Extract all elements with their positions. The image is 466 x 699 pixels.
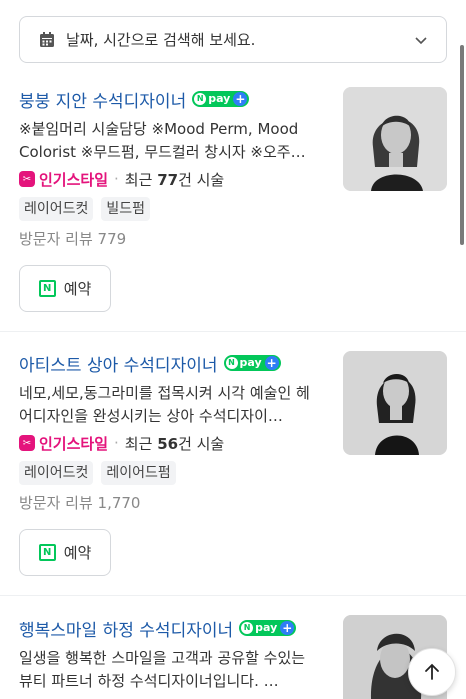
- designer-card[interactable]: 행복스마일 하정 수석디자이너 N pay + 일생을 행복한 스마일을 고객과…: [19, 615, 447, 699]
- visitor-reviews[interactable]: 방문자 리뷰 1,770: [19, 492, 319, 513]
- plus-icon: +: [264, 356, 279, 370]
- scissors-icon: ✂: [19, 171, 35, 187]
- npay-badge: N pay +: [239, 620, 297, 636]
- plus-icon: +: [280, 621, 295, 635]
- calendar-icon: [38, 31, 56, 49]
- designer-name[interactable]: 행복스마일 하정 수석디자이너: [19, 616, 233, 641]
- naver-n-icon: N: [225, 357, 238, 369]
- popular-style-label: 인기스타일: [39, 434, 109, 453]
- style-tag[interactable]: 레이어드컷: [19, 461, 94, 485]
- visitor-reviews[interactable]: 방문자 리뷰 779: [19, 228, 319, 249]
- naver-n-icon: N: [241, 622, 254, 634]
- designer-card[interactable]: 아티스트 상아 수석디자이너 N pay + 네모,세모,동그라미를 접목시켜 …: [19, 350, 447, 513]
- naver-booking-icon: N: [38, 544, 56, 561]
- scroll-to-top-button[interactable]: [408, 648, 456, 696]
- style-tag[interactable]: 레이어드펌: [101, 461, 176, 485]
- style-tag[interactable]: 빌드펌: [101, 197, 151, 221]
- designer-name[interactable]: 아티스트 상아 수석디자이너: [19, 351, 218, 376]
- recent-count: 최근 56건 시술: [124, 434, 225, 453]
- search-placeholder: 날짜, 시간으로 검색해 보세요.: [66, 31, 256, 49]
- plus-icon: +: [233, 92, 248, 106]
- date-time-search-bar[interactable]: 날짜, 시간으로 검색해 보세요.: [19, 16, 447, 63]
- naver-n-icon: N: [194, 93, 207, 105]
- designer-card[interactable]: 붕붕 지안 수석디자이너 N pay + ※붙임머리 시술담당 ※Mood Pe…: [19, 86, 447, 249]
- npay-badge: N pay +: [192, 91, 250, 107]
- scissors-icon: ✂: [19, 435, 35, 451]
- naver-booking-icon: N: [38, 280, 56, 297]
- designer-photo[interactable]: [343, 351, 447, 455]
- designer-name[interactable]: 붕붕 지안 수석디자이너: [19, 87, 186, 112]
- style-tag[interactable]: 레이어드컷: [19, 197, 94, 221]
- popular-style-label: 인기스타일: [39, 170, 109, 189]
- arrow-up-icon: [421, 661, 443, 683]
- reserve-button[interactable]: N 예약: [19, 265, 111, 312]
- reserve-button[interactable]: N 예약: [19, 529, 111, 576]
- designer-photo[interactable]: [343, 87, 447, 191]
- npay-badge: N pay +: [223, 355, 281, 371]
- divider: [0, 595, 466, 596]
- chevron-down-icon: [412, 31, 430, 49]
- designer-description: 일생을 행복한 스마일을 고객과 공유할 수있는 뷰티 파트너 하정 수석디자이…: [19, 649, 306, 690]
- scrollbar[interactable]: [460, 45, 464, 245]
- divider: [0, 331, 466, 332]
- recent-count: 최근 77건 시술: [124, 170, 225, 189]
- designer-description: ※붙임머리 시술담당 ※Mood Perm, Mood Colorist ※무드…: [19, 120, 306, 161]
- designer-description: 네모,세모,동그라미를 접목시켜 시각 예술인 헤어디자인을 완성시키는 상아 …: [19, 384, 310, 425]
